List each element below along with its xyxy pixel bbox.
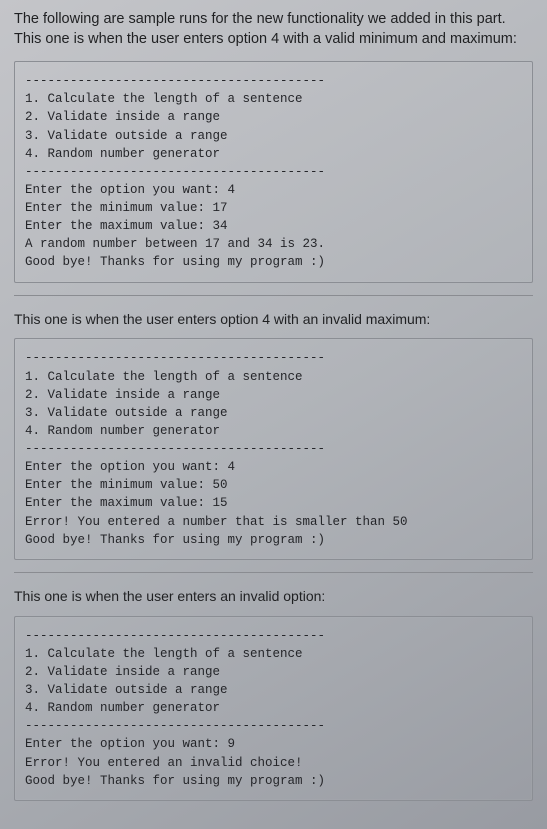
dash-line: ---------------------------------------- bbox=[25, 629, 325, 643]
error-line: Error! You entered an invalid choice! bbox=[25, 756, 303, 770]
divider bbox=[14, 572, 533, 573]
section2-intro: This one is when the user enters option … bbox=[14, 310, 533, 329]
menu-item: 2. Validate inside a range bbox=[25, 110, 220, 124]
dash-line: ---------------------------------------- bbox=[25, 719, 325, 733]
menu-item: 3. Validate outside a range bbox=[25, 129, 228, 143]
prompt-line: Enter the minimum value: 17 bbox=[25, 201, 228, 215]
menu-item: 2. Validate inside a range bbox=[25, 388, 220, 402]
dash-line: ---------------------------------------- bbox=[25, 165, 325, 179]
divider bbox=[14, 295, 533, 296]
goodbye-line: Good bye! Thanks for using my program :) bbox=[25, 774, 325, 788]
goodbye-line: Good bye! Thanks for using my program :) bbox=[25, 533, 325, 547]
result-line: A random number between 17 and 34 is 23. bbox=[25, 237, 325, 251]
prompt-line: Enter the maximum value: 15 bbox=[25, 496, 228, 510]
dash-line: ---------------------------------------- bbox=[25, 74, 325, 88]
menu-item: 1. Calculate the length of a sentence bbox=[25, 647, 303, 661]
prompt-line: Enter the minimum value: 50 bbox=[25, 478, 228, 492]
sample-run-2: ----------------------------------------… bbox=[14, 338, 533, 559]
dash-line: ---------------------------------------- bbox=[25, 442, 325, 456]
prompt-line: Enter the option you want: 4 bbox=[25, 460, 235, 474]
error-line: Error! You entered a number that is smal… bbox=[25, 515, 408, 529]
section3-intro: This one is when the user enters an inva… bbox=[14, 587, 533, 606]
menu-item: 4. Random number generator bbox=[25, 701, 220, 715]
dash-line: ---------------------------------------- bbox=[25, 351, 325, 365]
goodbye-line: Good bye! Thanks for using my program :) bbox=[25, 255, 325, 269]
sample-run-1: ----------------------------------------… bbox=[14, 61, 533, 282]
menu-item: 1. Calculate the length of a sentence bbox=[25, 92, 303, 106]
menu-item: 3. Validate outside a range bbox=[25, 406, 228, 420]
prompt-line: Enter the option you want: 9 bbox=[25, 737, 235, 751]
menu-item: 1. Calculate the length of a sentence bbox=[25, 370, 303, 384]
menu-item: 4. Random number generator bbox=[25, 424, 220, 438]
menu-item: 2. Validate inside a range bbox=[25, 665, 220, 679]
document-page: The following are sample runs for the ne… bbox=[0, 0, 547, 829]
section1-intro: The following are sample runs for the ne… bbox=[14, 10, 533, 49]
menu-item: 4. Random number generator bbox=[25, 147, 220, 161]
prompt-line: Enter the option you want: 4 bbox=[25, 183, 235, 197]
prompt-line: Enter the maximum value: 34 bbox=[25, 219, 228, 233]
menu-item: 3. Validate outside a range bbox=[25, 683, 228, 697]
sample-run-3: ----------------------------------------… bbox=[14, 616, 533, 801]
